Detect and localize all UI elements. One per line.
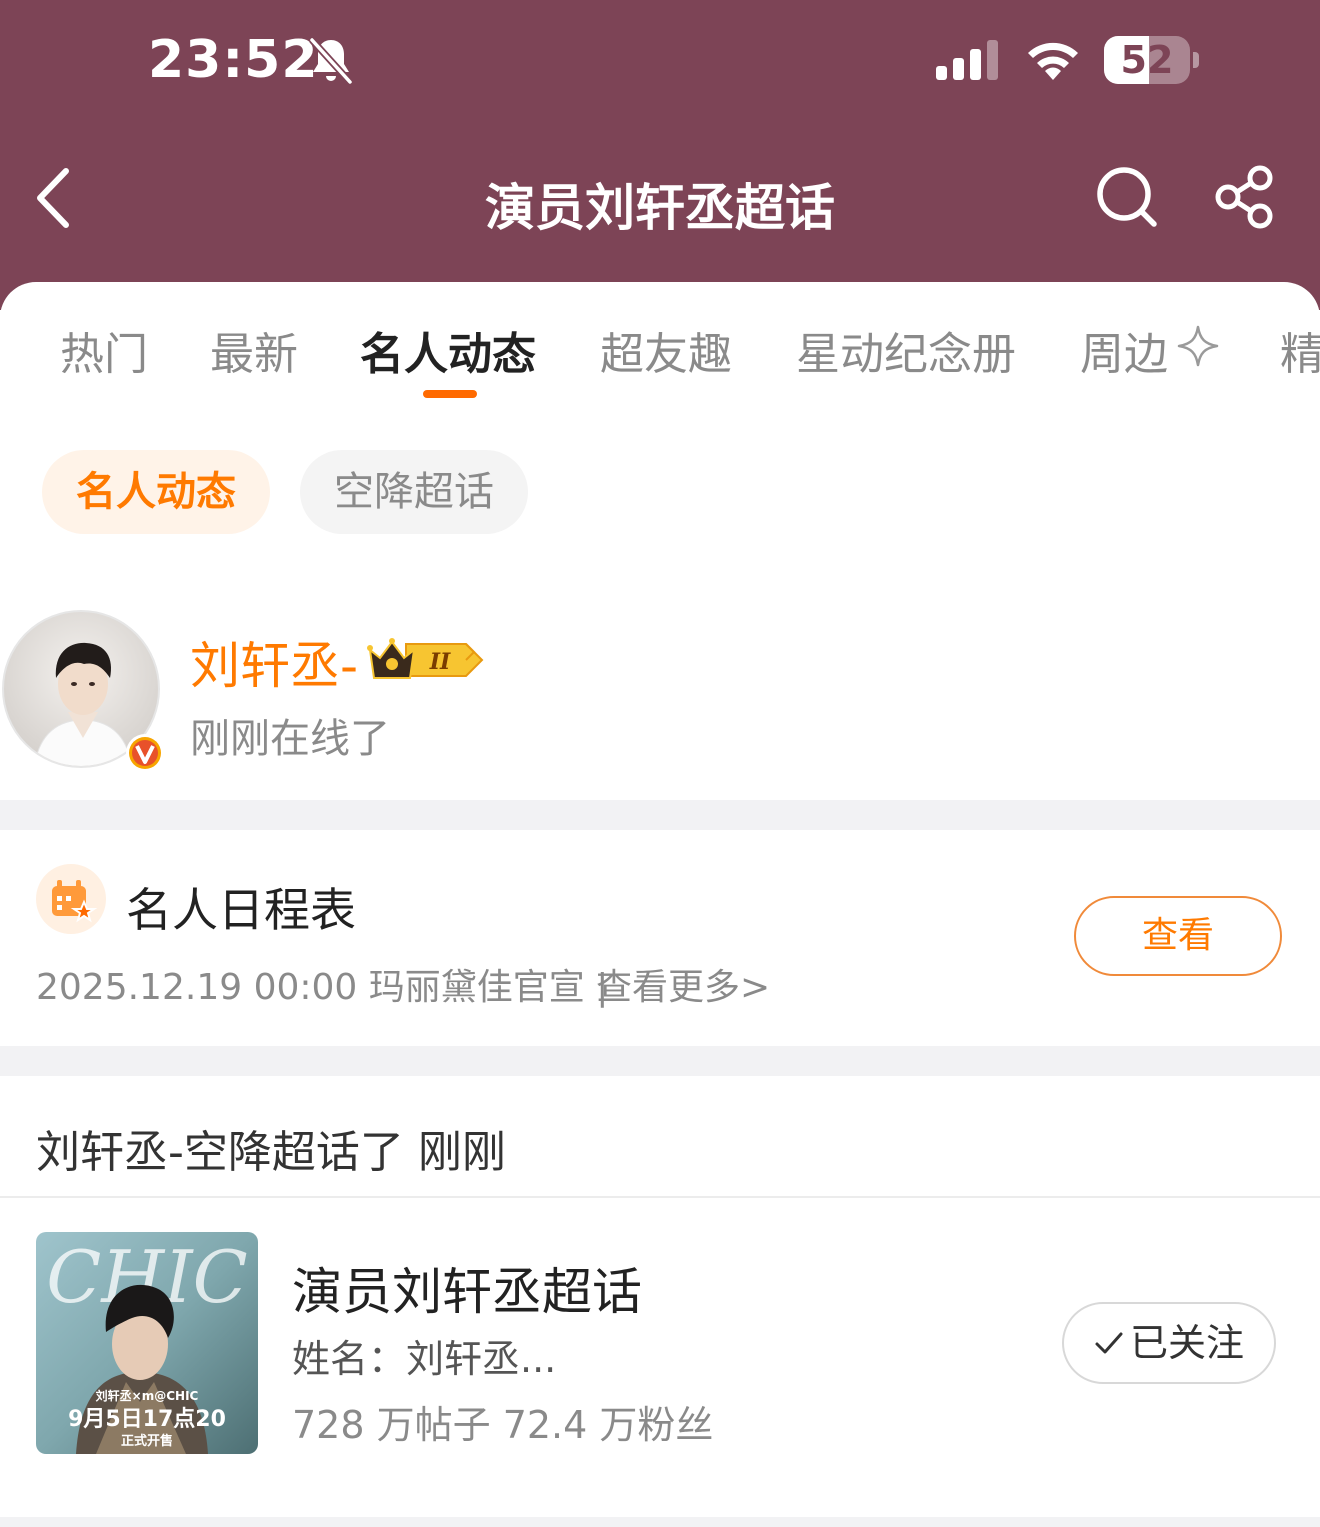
svg-text:正式开售: 正式开售 <box>121 1433 173 1449</box>
tab-featured[interactable]: 精 <box>1280 318 1320 382</box>
celebrity-name[interactable]: 刘轩丞- <box>190 626 358 698</box>
bottom-divider <box>0 1517 1320 1527</box>
topic-cover-image[interactable]: CHIC 刘轩丞×m@CHIC 9月5日17点20 正式开售 <box>36 1232 258 1454</box>
tab-fan-fun[interactable]: 超友趣 <box>600 318 732 382</box>
status-time: 23:52 <box>148 30 319 90</box>
tab-hot[interactable]: 热门 <box>60 318 148 382</box>
topic-description: 姓名：刘轩丞... <box>292 1337 557 1381</box>
celebrity-online-status: 刚刚在线了 <box>190 716 390 762</box>
followed-label: 已关注 <box>1129 1321 1244 1365</box>
share-icon[interactable] <box>1212 164 1278 230</box>
page-title: 演员刘轩丞超话 <box>485 179 835 237</box>
schedule-title: 名人日程表 <box>126 883 356 937</box>
battery-percent: 52 <box>1120 38 1174 82</box>
top-header: 23:52 52 演员刘轩丞超话 <box>0 0 1320 310</box>
chip-airdrop[interactable]: 空降超话 <box>300 450 528 534</box>
sparkle-icon <box>1177 325 1219 367</box>
section-divider <box>0 1046 1320 1076</box>
topic-stats: 728 万帖子 72.4 万粉丝 <box>292 1403 714 1447</box>
hairline-divider <box>0 1196 1320 1198</box>
tab-merch[interactable]: 周边 <box>1080 318 1168 382</box>
search-icon[interactable] <box>1094 164 1160 230</box>
svg-text:II: II <box>429 649 451 675</box>
chip-celebrity-news[interactable]: 名人动态 <box>42 450 270 534</box>
calendar-star-icon <box>36 864 106 934</box>
wifi-icon <box>1028 42 1078 80</box>
tab-latest[interactable]: 最新 <box>210 318 298 382</box>
svg-text:9月5日17点20: 9月5日17点20 <box>68 1406 226 1432</box>
battery-indicator: 52 <box>1104 36 1200 84</box>
mute-bell-icon <box>309 37 353 85</box>
verified-icon <box>126 734 164 772</box>
check-icon <box>1095 1332 1123 1353</box>
active-tab-indicator <box>423 390 477 398</box>
svg-text:刘轩丞×m@CHIC: 刘轩丞×m@CHIC <box>96 1388 199 1403</box>
schedule-meta: 2025.12.19 00:00 玛丽黛佳官宣 | <box>36 967 609 1008</box>
back-arrow-icon[interactable] <box>30 165 78 231</box>
tab-star-album[interactable]: 星动纪念册 <box>796 318 1016 382</box>
section-divider <box>0 800 1320 830</box>
signal-icon <box>936 40 998 80</box>
activity-text: 刘轩丞-空降超话了 刚刚 <box>36 1127 506 1178</box>
followed-button[interactable]: 已关注 <box>1062 1302 1276 1384</box>
schedule-more-link[interactable]: 查看更多> <box>596 958 770 1010</box>
tab-celebrity-news[interactable]: 名人动态 <box>360 318 536 382</box>
topic-name[interactable]: 演员刘轩丞超话 <box>292 1252 642 1324</box>
tab-bar: 热门 最新 名人动态 超友趣 星动纪念册 周边 精 <box>0 318 1320 380</box>
view-button[interactable]: 查看 <box>1074 896 1282 976</box>
crown-badge-icon: II <box>367 638 484 679</box>
